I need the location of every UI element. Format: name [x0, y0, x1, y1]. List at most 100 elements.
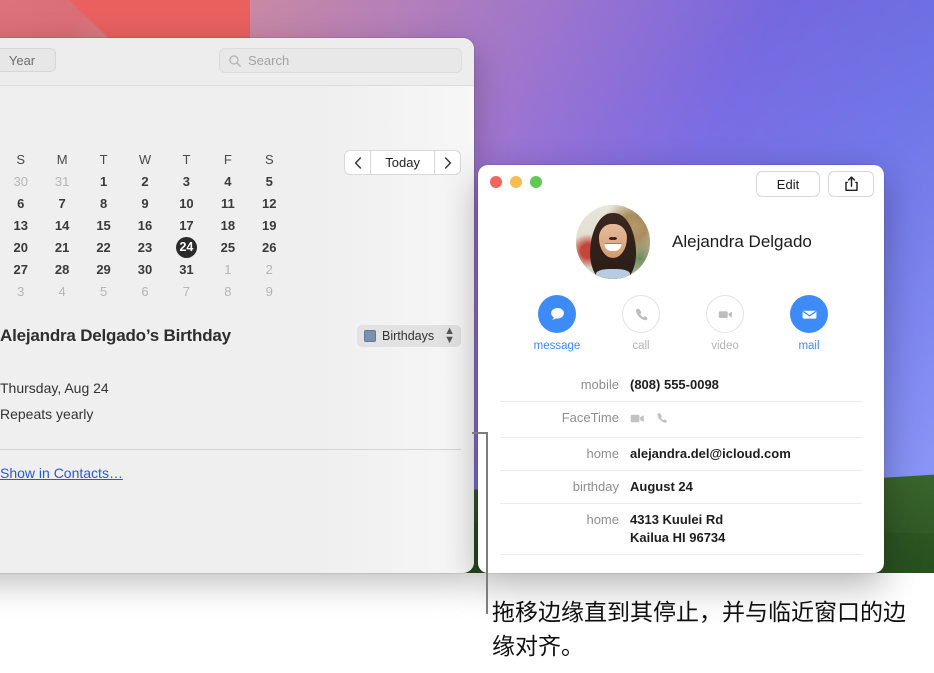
calendar-week-row: 3456789	[0, 280, 290, 302]
screenshot-root: Year Search SMTWTFS 30 31 1 2 3 4 5 6 7 8 9 10 11 12 1…	[0, 0, 934, 673]
calendar-day[interactable]: 13	[0, 218, 41, 233]
contact-field-row[interactable]: birthday August 24	[500, 470, 862, 503]
next-button[interactable]	[435, 150, 461, 175]
event-date: Thursday, Aug 24	[0, 380, 109, 396]
calendar-day[interactable]: 26	[249, 240, 290, 255]
calendar-day[interactable]: 9	[249, 284, 290, 299]
previous-button[interactable]	[344, 150, 371, 175]
calendar-day[interactable]: 14	[41, 218, 82, 233]
quick-action-label: video	[711, 340, 739, 352]
calendar-day[interactable]: 8	[83, 196, 124, 211]
view-segment-year[interactable]: Year	[0, 48, 56, 72]
calendar-day[interactable]: 18	[207, 218, 248, 233]
calendar-day-today[interactable]: 24	[166, 236, 207, 258]
calendar-day[interactable]: 2	[249, 262, 290, 277]
quick-action-call[interactable]: call	[613, 295, 669, 352]
calendar-day[interactable]: 4	[41, 284, 82, 299]
calendar-week-row: 27 28 29 30 31 1 2	[0, 258, 290, 280]
calendar-day[interactable]: 15	[83, 218, 124, 233]
minimize-icon[interactable]	[510, 176, 522, 188]
traffic-lights	[490, 176, 542, 188]
calendar-day[interactable]: 1	[207, 262, 248, 277]
chevron-left-icon	[354, 156, 361, 169]
contact-field-value-wrap: August 24	[630, 478, 693, 496]
calendar-day[interactable]: 21	[41, 240, 82, 255]
event-title: Alejandra Delgado’s Birthday	[0, 326, 231, 345]
calendar-day[interactable]: 22	[83, 240, 124, 255]
weekday-header: S	[264, 151, 274, 167]
calendar-select-label: Birthdays	[382, 329, 435, 343]
calendar-week-row: 13 14 15 16 17 18 19	[0, 214, 290, 236]
share-button[interactable]	[828, 171, 874, 197]
event-divider	[0, 449, 461, 450]
contact-field-label: home	[586, 446, 619, 461]
calendar-day[interactable]: 8	[207, 284, 248, 299]
zoom-icon[interactable]	[530, 176, 542, 188]
calendar-select[interactable]: Birthdays ▲ ▼	[357, 325, 461, 347]
calendar-day[interactable]: 6	[124, 284, 165, 299]
weekday-header: T	[99, 151, 108, 167]
contact-field-row[interactable]: home 4313 Kuulei Rd Kailua HI 96734	[500, 503, 862, 554]
calendar-day[interactable]: 25	[207, 240, 248, 255]
calendar-day[interactable]: 11	[207, 196, 248, 211]
quick-action-label: message	[533, 340, 581, 352]
contact-card-window: Edit Alejandra Delgado message call vide…	[478, 165, 884, 573]
calendar-day[interactable]: 27	[0, 262, 41, 277]
calendar-day[interactable]: 31	[41, 174, 82, 189]
calendar-day[interactable]: 30	[0, 174, 41, 189]
calendar-day[interactable]: 5	[83, 284, 124, 299]
calendar-day[interactable]: 5	[249, 174, 290, 189]
contact-field-value: alejandra.del@icloud.com	[630, 446, 791, 461]
calendar-day[interactable]: 30	[124, 262, 165, 277]
weekday-header: S	[16, 151, 26, 167]
quick-action-video[interactable]: video	[697, 295, 753, 352]
calendar-day[interactable]: 20	[0, 240, 41, 255]
calendar-toolbar: Year Search	[0, 38, 474, 86]
quick-action-mail[interactable]: mail	[781, 295, 837, 352]
contact-field-row[interactable]: home alejandra.del@icloud.com	[500, 437, 862, 470]
calendar-day[interactable]: 7	[41, 196, 82, 211]
search-input[interactable]: Search	[219, 48, 462, 73]
search-icon	[229, 54, 241, 67]
calendar-day[interactable]: 1	[83, 174, 124, 189]
quick-action-message[interactable]: message	[529, 295, 585, 352]
message-bubble-icon	[538, 295, 576, 333]
show-in-contacts-link[interactable]: Show in Contacts…	[0, 465, 123, 481]
search-placeholder: Search	[248, 53, 290, 68]
calendar-day[interactable]: 31	[166, 262, 207, 277]
calendar-day[interactable]: 19	[249, 218, 290, 233]
today-button[interactable]: Today	[370, 150, 435, 175]
calendar-day[interactable]: 17	[166, 218, 207, 233]
calendar-day[interactable]: 7	[166, 284, 207, 299]
contact-field-value-wrap: (808) 555-0098	[630, 376, 719, 394]
calendar-day[interactable]: 16	[124, 218, 165, 233]
chevron-updown-icon: ▲ ▼	[444, 325, 455, 346]
calendar-day[interactable]: 12	[249, 196, 290, 211]
calendar-day[interactable]: 28	[41, 262, 82, 277]
calendar-day[interactable]: 3	[0, 284, 41, 299]
phone-icon	[622, 295, 660, 333]
calendar-day[interactable]: 29	[83, 262, 124, 277]
weekday-header: T	[182, 151, 191, 167]
contact-field-value: (808) 555-0098	[630, 377, 719, 392]
close-icon[interactable]	[490, 176, 502, 188]
quick-actions-row: message call video mail	[478, 295, 884, 352]
share-icon	[844, 176, 858, 191]
calendar-day[interactable]: 9	[124, 196, 165, 211]
contact-field-row[interactable]: FaceTime	[500, 401, 862, 437]
avatar-eye-right	[611, 237, 617, 241]
calendar-day[interactable]: 4	[207, 174, 248, 189]
video-camera-icon[interactable]	[630, 412, 646, 430]
contact-field-value-line2: Kailua HI 96734	[630, 530, 726, 545]
contact-field-row[interactable]: mobile (808) 555-0098	[500, 374, 862, 401]
facetime-icons	[630, 409, 669, 430]
phone-icon[interactable]	[655, 411, 669, 430]
calendar-day[interactable]: 6	[0, 196, 41, 211]
callout-bracket-vertical	[486, 432, 488, 614]
calendar-day[interactable]: 2	[124, 174, 165, 189]
weekday-header: F	[223, 151, 232, 167]
calendar-day[interactable]: 23	[124, 240, 165, 255]
calendar-day[interactable]: 3	[166, 174, 207, 189]
calendar-day[interactable]: 10	[166, 196, 207, 211]
edit-button[interactable]: Edit	[756, 171, 820, 197]
